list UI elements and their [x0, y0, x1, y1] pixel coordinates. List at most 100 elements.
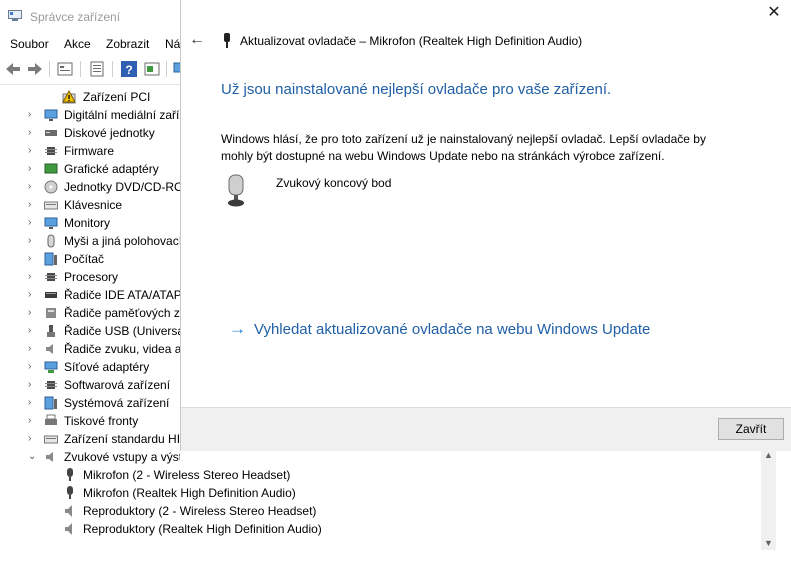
tree-category-label: Řadiče IDE ATA/ATAPI	[64, 288, 180, 302]
arrow-right-icon: →	[229, 319, 246, 338]
scan-hardware-icon[interactable]	[143, 60, 161, 78]
tree-category-firmware[interactable]: › Firmware	[0, 142, 180, 160]
tree-category-digital-media[interactable]: › Digitální mediální zaříz	[0, 106, 180, 124]
chevron-right-icon[interactable]: ›	[28, 109, 38, 121]
tree-category-label: Počítač	[64, 252, 105, 266]
forward-arrow-icon[interactable]	[26, 60, 44, 78]
scroll-down-icon[interactable]: ▼	[761, 536, 776, 550]
tree-category-monitors[interactable]: › Monitory	[0, 214, 180, 232]
computer-icon	[44, 396, 57, 410]
chevron-right-icon[interactable]: ›	[28, 343, 38, 355]
toolbar-separator	[49, 61, 50, 77]
result-description: Windows hlásí, že pro toto zařízení už j…	[221, 132, 706, 163]
tree-category-disk-drives[interactable]: › Diskové jednotky	[0, 124, 180, 142]
tree-category-label: Řadiče zvuku, videa a h	[64, 342, 180, 356]
chevron-right-icon[interactable]: ›	[28, 307, 38, 319]
help-icon[interactable]: ?	[120, 60, 138, 78]
chevron-right-icon[interactable]: ›	[28, 289, 38, 301]
chevron-right-icon[interactable]: ›	[28, 325, 38, 337]
tree-category-network-adapters[interactable]: › Síťové adaptéry	[0, 358, 180, 376]
tree-category-computer[interactable]: › Počítač	[0, 250, 180, 268]
dialog-footer: Zavřít	[181, 407, 791, 451]
close-icon[interactable]: ✕	[762, 2, 786, 24]
menu-file[interactable]: Soubor	[10, 37, 49, 51]
tree-category-label: Monitory	[64, 216, 111, 230]
windows-update-link-text: Vyhledat aktualizované ovladače na webu …	[254, 321, 651, 338]
tree-category-audio-io[interactable]: ⌄ Zvukové vstupy a výstupy	[0, 448, 180, 466]
menu-action[interactable]: Akce	[64, 37, 91, 51]
menu-view[interactable]: Zobrazit	[106, 37, 149, 51]
tree-category-display-adapters[interactable]: › Grafické adaptéry	[0, 160, 180, 178]
chevron-right-icon[interactable]: ›	[28, 217, 38, 229]
svg-text:?: ?	[125, 63, 132, 77]
tree-category-ide[interactable]: › Řadiče IDE ATA/ATAPI	[0, 286, 180, 304]
keyboard-icon	[44, 201, 58, 210]
chevron-right-icon[interactable]: ›	[28, 127, 38, 139]
tree-category-storage-controllers[interactable]: › Řadiče paměťových zař	[0, 304, 180, 322]
chevron-right-icon[interactable]: ›	[28, 271, 38, 283]
microphone-icon	[67, 486, 73, 499]
tree-category-processors[interactable]: › Procesory	[0, 268, 180, 286]
menu-help[interactable]: Ná	[165, 37, 180, 51]
chevron-down-icon[interactable]: ⌄	[28, 451, 38, 463]
close-button[interactable]: Zavřít	[718, 418, 784, 440]
properties-icon[interactable]	[56, 60, 74, 78]
details-icon[interactable]	[88, 60, 106, 78]
update-driver-dialog: ✕ ← Aktualizovat ovladače – Mikrofon (Re…	[180, 0, 791, 451]
chip-icon	[45, 381, 57, 389]
tree-category-system-devices[interactable]: › Systémová zařízení	[0, 394, 180, 412]
speaker-icon	[46, 452, 53, 462]
dialog-title: Aktualizovat ovladače – Mikrofon (Realte…	[240, 34, 583, 48]
toolbar-separator	[112, 61, 113, 77]
tree-category-label: Jednotky DVD/CD-ROM	[64, 180, 180, 194]
tree-category-dvd-drives[interactable]: › Jednotky DVD/CD-ROM	[0, 178, 180, 196]
tree-item-pci[interactable]: Zařízení PCI	[0, 88, 180, 106]
speaker-icon	[65, 505, 72, 517]
mouse-icon	[47, 234, 55, 248]
vertical-scrollbar[interactable]: ▲ ▼	[761, 448, 776, 550]
chip-icon	[45, 147, 57, 155]
chevron-right-icon[interactable]: ›	[28, 163, 38, 175]
monitor-icon	[44, 109, 58, 121]
chevron-right-icon[interactable]: ›	[28, 199, 38, 211]
monitor-icon	[44, 217, 58, 229]
tree-category-label: Grafické adaptéry	[64, 162, 159, 176]
chevron-right-icon[interactable]: ›	[28, 415, 38, 427]
device-name: Zvukový koncový bod	[276, 176, 392, 190]
tree-category-label: Řadiče USB (Universal	[64, 324, 180, 338]
tree-category-label: Klávesnice	[64, 198, 123, 212]
windows-update-link[interactable]: → Vyhledat aktualizované ovladače na webu…	[229, 319, 650, 339]
microphone-icon	[228, 174, 244, 207]
chevron-right-icon[interactable]: ›	[28, 379, 38, 391]
back-arrow-icon[interactable]: ←	[189, 31, 209, 49]
chevron-right-icon[interactable]: ›	[28, 181, 38, 193]
tree-category-label: Myši a jiná polohovací	[64, 234, 180, 248]
chevron-right-icon[interactable]: ›	[28, 145, 38, 157]
toolbar-separator	[80, 61, 81, 77]
chevron-right-icon[interactable]: ›	[28, 433, 38, 445]
tree-category-mice[interactable]: › Myši a jiná polohovací	[0, 232, 180, 250]
tree-category-keyboards[interactable]: › Klávesnice	[0, 196, 180, 214]
tree-category-label: Firmware	[64, 144, 114, 158]
tree-category-software-devices[interactable]: › Softwarová zařízení	[0, 376, 180, 394]
back-arrow-icon[interactable]	[4, 60, 22, 78]
tree-category-label: Síťové adaptéry	[64, 360, 150, 374]
tree-category-label: Tiskové fronty	[64, 414, 139, 428]
tree-category-print-queues[interactable]: › Tiskové fronty	[0, 412, 180, 430]
tree-category-label: Zařízení standardu HID	[64, 432, 180, 446]
toolbar-separator	[166, 61, 167, 77]
device-manager-icon	[8, 10, 22, 21]
speaker-icon	[65, 523, 72, 535]
usb-icon	[47, 325, 55, 337]
tree-category-sound-video[interactable]: › Řadiče zvuku, videa a h	[0, 340, 180, 358]
chevron-right-icon[interactable]: ›	[28, 253, 38, 265]
tree-category-hid[interactable]: › Zařízení standardu HID	[0, 430, 180, 448]
tree-category-label: Digitální mediální zaříz	[64, 108, 180, 122]
chevron-right-icon[interactable]: ›	[28, 361, 38, 373]
chevron-right-icon[interactable]: ›	[28, 397, 38, 409]
printer-icon	[45, 414, 57, 425]
chevron-right-icon[interactable]: ›	[28, 235, 38, 247]
window-title: Správce zařízení	[30, 10, 121, 24]
tree-category-label: Řadiče paměťových zař	[64, 306, 180, 320]
tree-category-usb[interactable]: › Řadiče USB (Universal	[0, 322, 180, 340]
